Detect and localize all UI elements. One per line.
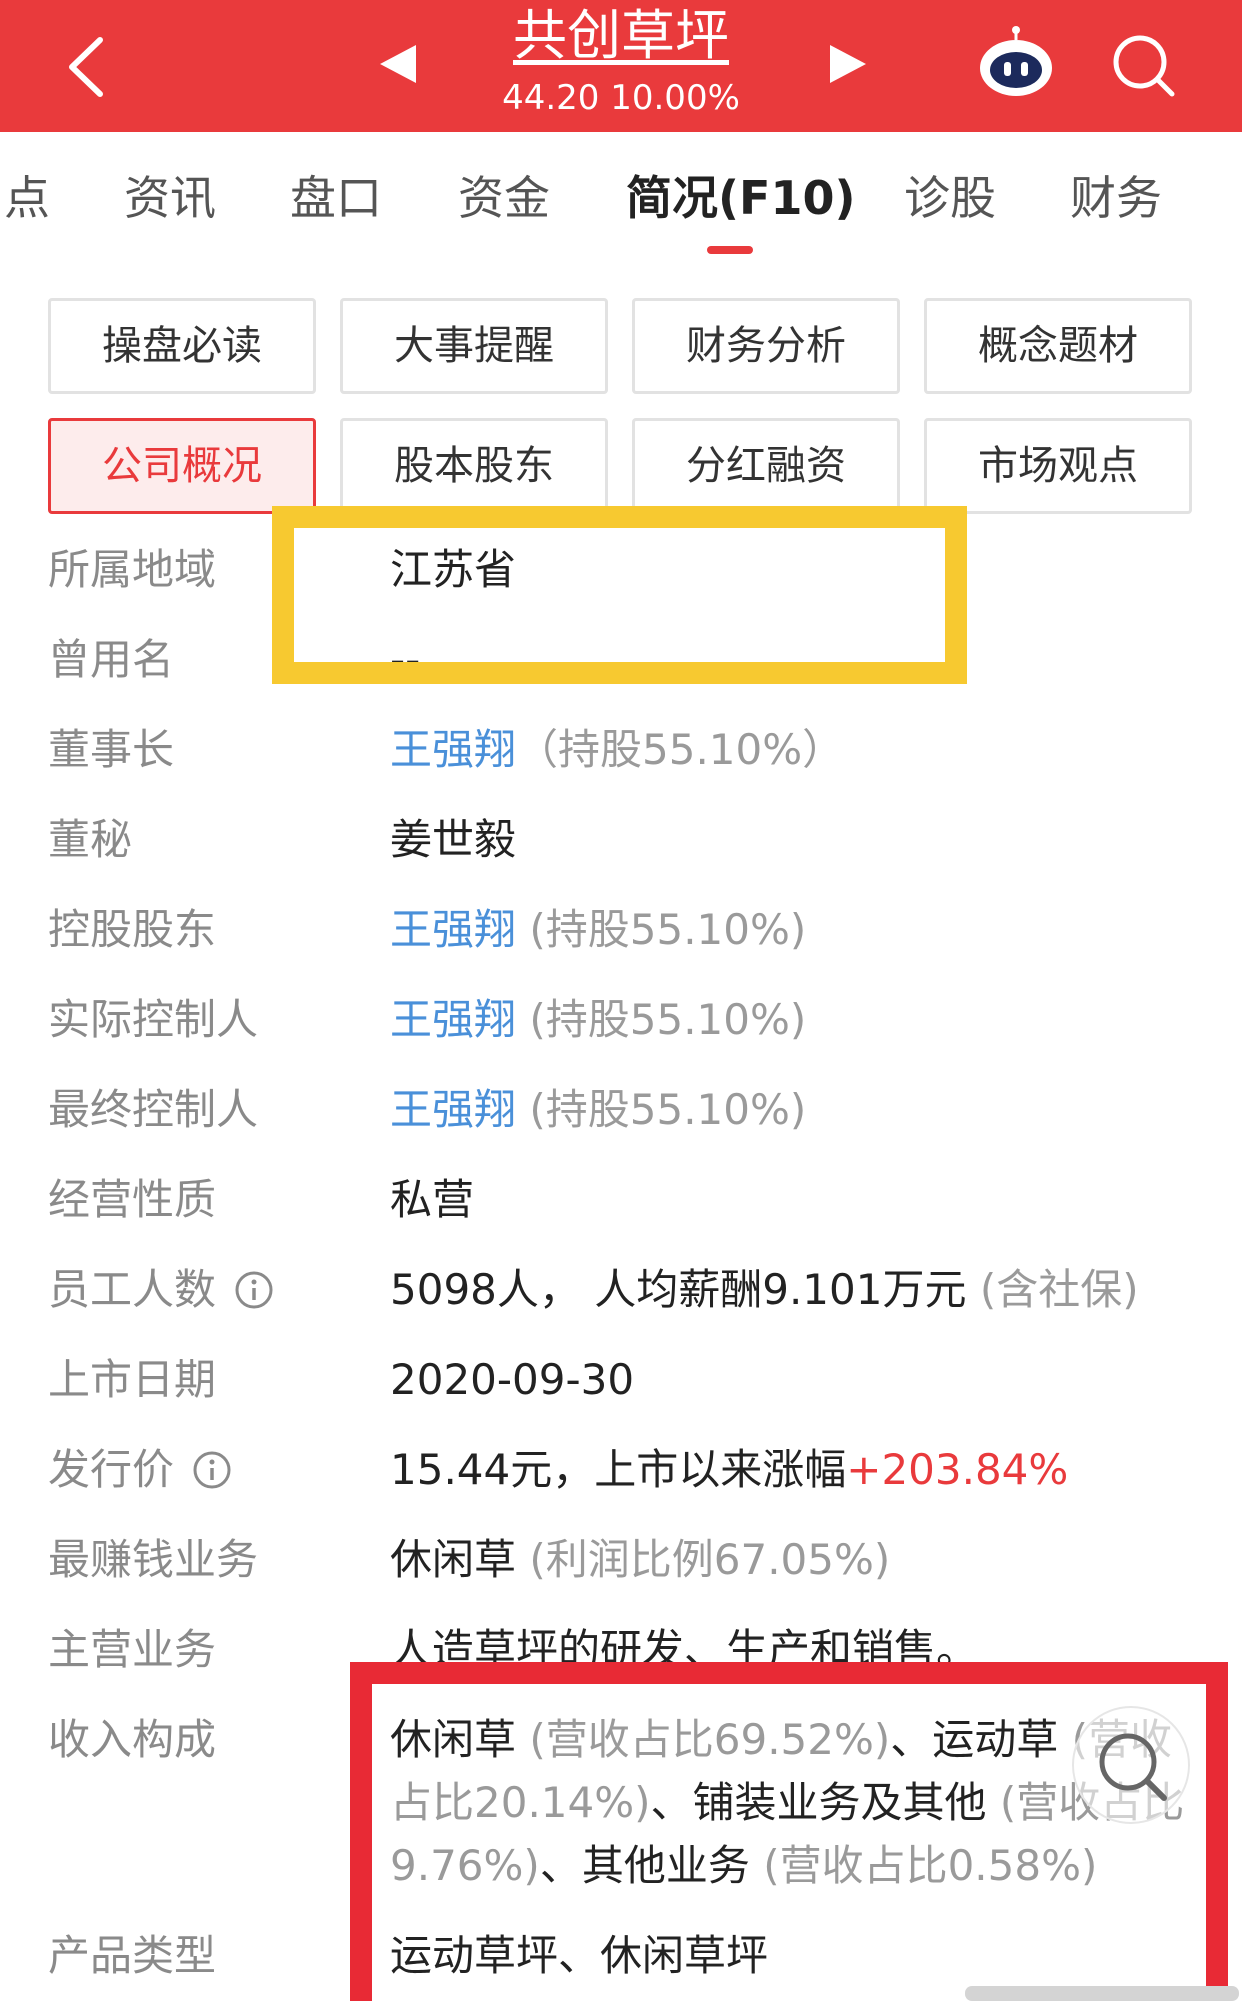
stock-name[interactable]: 共创草坪: [420, 4, 822, 68]
tab-f10-overview[interactable]: 简况(F10): [626, 170, 855, 226]
robot-assistant-icon[interactable]: [978, 24, 1054, 100]
actual-controller-label: 实际控制人: [48, 995, 259, 1044]
issue-price-label-text: 发行价: [48, 1445, 175, 1494]
employees-label-text: 员工人数: [48, 1265, 217, 1314]
controlling-shareholder-note: (持股55.10%): [529, 905, 807, 954]
actual-controller-note: (持股55.10%): [529, 995, 807, 1044]
section-financial-analysis-button[interactable]: 财务分析: [632, 298, 900, 394]
employees-value: 5098人， 人均薪酬9.101万元 (含社保): [390, 1262, 1139, 1318]
tab-financials[interactable]: 财务: [1070, 170, 1162, 226]
chairman-shareholding: （持股55.10%）: [516, 725, 845, 774]
top-bar: 共创草坪 44.20 10.00%: [0, 0, 1242, 132]
top-business-label: 最赚钱业务: [48, 1535, 259, 1584]
issue-price-label: 发行价: [48, 1442, 232, 1498]
employees-note: (含社保): [979, 1265, 1139, 1314]
section-company-profile-button[interactable]: 公司概况: [48, 418, 316, 514]
employees-label: 员工人数: [48, 1262, 274, 1318]
back-icon[interactable]: [62, 34, 112, 100]
main-business-label: 主营业务: [48, 1625, 217, 1674]
listing-date-label: 上市日期: [48, 1355, 217, 1404]
search-icon[interactable]: [1110, 32, 1176, 98]
employees-count-salary: 5098人， 人均薪酬9.101万元: [390, 1265, 967, 1314]
ownership-label: 经营性质: [48, 1175, 217, 1224]
zoom-icon[interactable]: [1072, 1706, 1190, 1824]
section-major-events-button[interactable]: 大事提醒: [340, 298, 608, 394]
previous-stock-icon[interactable]: [380, 45, 416, 83]
section-shareholders-button[interactable]: 股本股东: [340, 418, 608, 514]
home-indicator: [965, 1986, 1239, 2001]
tab-bar: 点 资讯 盘口 资金 简况(F10) 诊股 财务: [0, 132, 1242, 256]
yellow-highlight-box: [272, 506, 967, 684]
controlling-shareholder-link[interactable]: 王强翔: [390, 905, 516, 954]
info-icon[interactable]: [234, 1270, 274, 1310]
secretary-value: 姜世毅: [390, 815, 517, 864]
stock-price-change: 44.20 10.00%: [502, 78, 740, 118]
section-dividends-financing-button[interactable]: 分红融资: [632, 418, 900, 514]
region-label: 所属地域: [48, 545, 217, 594]
actual-controller-value: 王强翔 (持股55.10%): [390, 992, 806, 1048]
ultimate-controller-link[interactable]: 王强翔: [390, 1085, 516, 1134]
controlling-shareholder-label: 控股股东: [48, 905, 217, 954]
chairman-label: 董事长: [48, 725, 175, 774]
ultimate-controller-value: 王强翔 (持股55.10%): [390, 1082, 806, 1138]
issue-price-value: 15.44元，上市以来涨幅+203.84%: [390, 1442, 1068, 1498]
issue-price-gain: +203.84%: [846, 1445, 1069, 1494]
info-icon[interactable]: [192, 1450, 232, 1490]
top-business-name: 休闲草: [390, 1535, 517, 1584]
tab-news[interactable]: 资讯: [124, 170, 216, 226]
tab-order-book[interactable]: 盘口: [290, 170, 382, 226]
chairman-value: 王强翔（持股55.10%）: [390, 722, 844, 778]
tab-capital-flow[interactable]: 资金: [458, 170, 550, 226]
listing-date-value: 2020-09-30: [390, 1355, 635, 1404]
section-market-views-button[interactable]: 市场观点: [924, 418, 1192, 514]
ownership-value: 私营: [390, 1175, 475, 1224]
ultimate-controller-label: 最终控制人: [48, 1085, 259, 1134]
chairman-name-link[interactable]: 王强翔: [390, 725, 516, 774]
magnifier-icon: [1099, 1733, 1167, 1801]
next-stock-icon[interactable]: [830, 45, 866, 83]
tab-diagnosis[interactable]: 诊股: [904, 170, 996, 226]
revenue-label: 收入构成: [48, 1715, 217, 1764]
actual-controller-link[interactable]: 王强翔: [390, 995, 516, 1044]
active-tab-indicator: [707, 246, 753, 254]
issue-price-text: 15.44元，上市以来涨幅: [390, 1445, 847, 1494]
former-name-label: 曾用名: [48, 635, 175, 684]
section-trading-guide-button[interactable]: 操盘必读: [48, 298, 316, 394]
top-business-value: 休闲草 (利润比例67.05%): [390, 1532, 890, 1588]
tab-dian[interactable]: 点: [4, 170, 50, 226]
controlling-shareholder-value: 王强翔 (持股55.10%): [390, 902, 806, 958]
ultimate-controller-note: (持股55.10%): [529, 1085, 807, 1134]
product-type-label: 产品类型: [48, 1931, 217, 1980]
section-concepts-button[interactable]: 概念题材: [924, 298, 1192, 394]
top-business-note: (利润比例67.05%): [529, 1535, 891, 1584]
secretary-label: 董秘: [48, 815, 133, 864]
